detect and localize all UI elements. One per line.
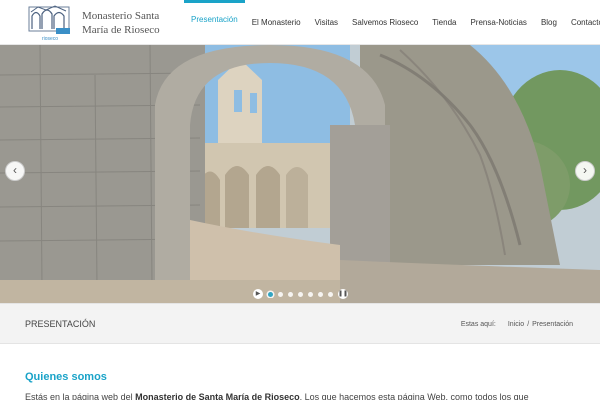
slider-dot-5[interactable] [308, 291, 313, 297]
chevron-left-icon: ‹ [13, 163, 17, 177]
chevron-right-icon: › [583, 163, 587, 177]
slider-dot-7[interactable] [328, 291, 333, 297]
slider-prev-button[interactable]: ‹ [5, 161, 25, 181]
logo-wordmark: rioseco [42, 36, 58, 41]
breadcrumb-home-link[interactable]: Inicio [508, 321, 524, 328]
site-header: rioseco Monasterio Santa María de Riosec… [0, 0, 600, 45]
nav-item-tienda[interactable]: Tienda [425, 0, 463, 45]
nav-item-visitas[interactable]: Visitas [308, 0, 345, 45]
slider-dot-4[interactable] [298, 291, 303, 297]
intro-paragraph: Estás en la página web del Monasterio de… [25, 392, 595, 400]
breadcrumb-separator: / [527, 321, 530, 328]
breadcrumb-prefix: Estas aquí: [460, 321, 496, 328]
slider-pagination: ▶ ❚❚ [253, 289, 348, 299]
page-title: PRESENTACIÓN [25, 319, 96, 329]
nav-item-el-monasterio[interactable]: El Monasterio [245, 0, 308, 45]
breadcrumb: Estas aquí: Inicio / Presentación [461, 321, 573, 328]
slide-image-monastery-ruins [0, 45, 600, 303]
intro-text-end: . Los que hacemos esta página Web, como … [299, 392, 529, 400]
slider-dot-6[interactable] [318, 291, 323, 297]
nav-item-salvemos-rioseco[interactable]: Salvemos Rioseco [345, 0, 425, 45]
slider-dot-1[interactable] [268, 291, 273, 297]
nav-item-presentacion[interactable]: Presentación [184, 0, 245, 45]
nav-item-contacto[interactable]: Contacto [564, 0, 600, 45]
site-title[interactable]: Monasterio Santa María de Rioseco [82, 9, 182, 37]
slider-dot-3[interactable] [288, 291, 293, 297]
intro-text-start: Estás en la página web del [25, 392, 136, 400]
slider-pause-button[interactable]: ❚❚ [338, 289, 348, 299]
pause-icon: ❚❚ [338, 291, 349, 297]
breadcrumb-bar: PRESENTACIÓN Estas aquí: Inicio / Presen… [0, 303, 600, 344]
section-heading: Quienes somos [25, 371, 107, 383]
slider-next-button[interactable]: › [575, 161, 595, 181]
slider-dot-2[interactable] [278, 291, 283, 297]
hero-slider[interactable]: ‹ › ▶ ❚❚ [0, 45, 600, 303]
main-navigation: Presentación El Monasterio Visitas Salve… [184, 0, 600, 45]
breadcrumb-current: Presentación [532, 321, 573, 328]
play-icon: ▶ [255, 291, 261, 297]
site-logo[interactable]: rioseco [28, 4, 72, 42]
nav-item-prensa-noticias[interactable]: Prensa-Noticias [463, 0, 533, 45]
nav-item-blog[interactable]: Blog [534, 0, 564, 45]
slider-play-button[interactable]: ▶ [253, 289, 263, 299]
intro-text-bold: Monasterio de Santa María de Rioseco [135, 392, 300, 400]
